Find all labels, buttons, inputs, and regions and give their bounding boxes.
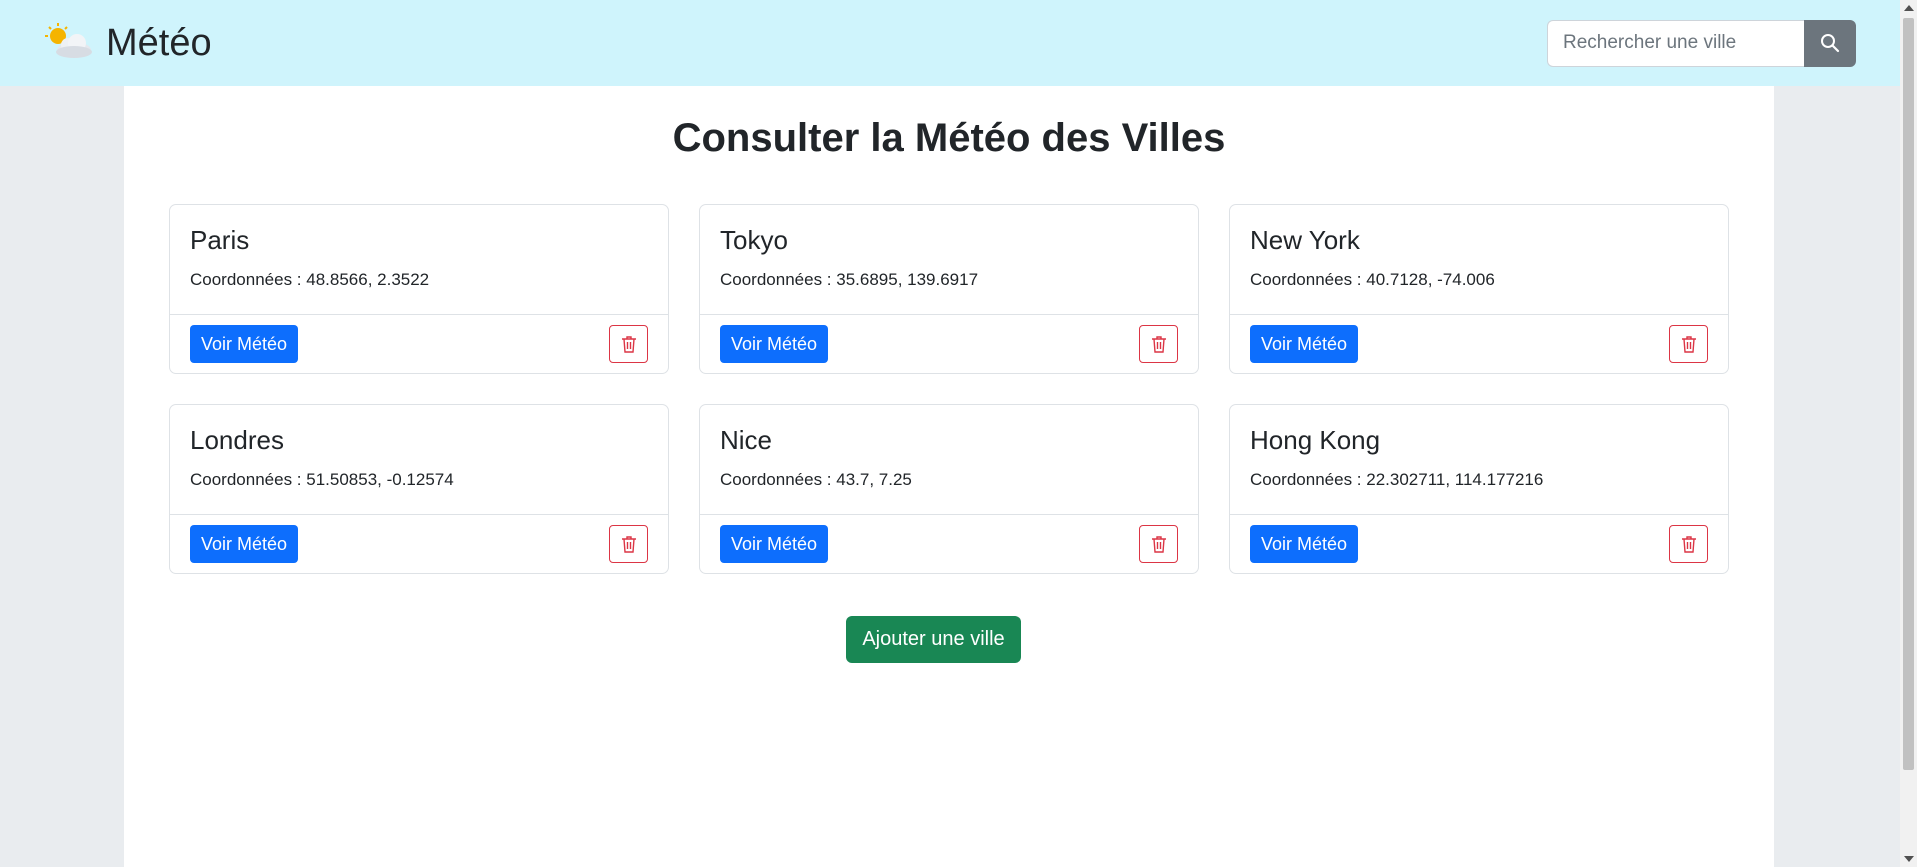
card-body: Nice Coordonnées : 43.7, 7.25 xyxy=(700,405,1198,515)
brand-title: Météo xyxy=(106,21,212,64)
view-weather-button[interactable]: Voir Météo xyxy=(720,325,829,363)
city-coordinates: Coordonnées : 22.302711, 114.177216 xyxy=(1250,470,1544,489)
city-card: Nice Coordonnées : 43.7, 7.25 Voir Météo xyxy=(699,404,1199,574)
card-footer: Voir Météo xyxy=(700,315,1198,373)
view-weather-button[interactable]: Voir Météo xyxy=(720,525,829,563)
card-footer: Voir Météo xyxy=(1230,515,1728,573)
search-form xyxy=(1547,19,1856,67)
trash-icon xyxy=(621,336,636,353)
delete-button[interactable] xyxy=(1669,325,1708,363)
search-button[interactable] xyxy=(1804,19,1856,67)
city-coordinates: Coordonnées : 40.7128, -74.006 xyxy=(1250,270,1495,289)
city-coordinates: Coordonnées : 51.50853, -0.12574 xyxy=(190,470,454,489)
city-card: Tokyo Coordonnées : 35.6895, 139.6917 Vo… xyxy=(699,204,1199,374)
delete-button[interactable] xyxy=(1139,525,1178,563)
card-body: Tokyo Coordonnées : 35.6895, 139.6917 xyxy=(700,205,1198,315)
scroll-up-icon[interactable] xyxy=(1904,5,1914,11)
city-card: Londres Coordonnées : 51.50853, -0.12574… xyxy=(169,404,669,574)
vertical-scrollbar[interactable] xyxy=(1900,0,1917,867)
delete-button[interactable] xyxy=(609,325,648,363)
delete-button[interactable] xyxy=(1139,325,1178,363)
delete-button[interactable] xyxy=(609,525,648,563)
trash-icon xyxy=(1151,536,1166,553)
city-coordinates: Coordonnées : 48.8566, 2.3522 xyxy=(190,270,430,289)
city-card: New York Coordonnées : 40.7128, -74.006 … xyxy=(1229,204,1729,374)
city-name: Hong Kong xyxy=(1250,425,1381,455)
card-body: Hong Kong Coordonnées : 22.302711, 114.1… xyxy=(1230,405,1728,515)
main-container: Consulter la Météo des Villes Paris Coor… xyxy=(124,86,1774,867)
trash-icon xyxy=(1681,536,1696,553)
navbar: Météo xyxy=(0,0,1900,86)
city-name: Londres xyxy=(190,425,284,455)
view-weather-button[interactable]: Voir Météo xyxy=(190,325,299,363)
brand[interactable]: Météo xyxy=(44,22,212,65)
city-grid: Paris Coordonnées : 48.8566, 2.3522 Voir… xyxy=(169,204,1729,574)
view-weather-button[interactable]: Voir Météo xyxy=(190,525,299,563)
add-city-button[interactable]: Ajouter une ville xyxy=(846,616,1021,663)
card-body: Londres Coordonnées : 51.50853, -0.12574 xyxy=(170,405,668,515)
card-footer: Voir Météo xyxy=(170,315,668,373)
card-footer: Voir Météo xyxy=(170,515,668,573)
scrollbar-thumb[interactable] xyxy=(1903,18,1914,770)
city-card: Hong Kong Coordonnées : 22.302711, 114.1… xyxy=(1229,404,1729,574)
city-name: Nice xyxy=(720,425,773,455)
search-icon xyxy=(1821,34,1840,53)
trash-icon xyxy=(1151,336,1166,353)
city-name: Paris xyxy=(190,225,250,255)
page-title: Consulter la Météo des Villes xyxy=(672,116,1226,160)
view-weather-button[interactable]: Voir Météo xyxy=(1250,325,1359,363)
city-coordinates: Coordonnées : 35.6895, 139.6917 xyxy=(720,270,979,289)
scroll-down-icon[interactable] xyxy=(1904,856,1914,862)
card-body: New York Coordonnées : 40.7128, -74.006 xyxy=(1230,205,1728,315)
card-footer: Voir Météo xyxy=(1230,315,1728,373)
search-input[interactable] xyxy=(1547,19,1804,67)
sun-behind-cloud-icon xyxy=(44,22,94,64)
city-name: New York xyxy=(1250,225,1360,255)
view-weather-button[interactable]: Voir Météo xyxy=(1250,525,1359,563)
trash-icon xyxy=(1681,336,1696,353)
card-body: Paris Coordonnées : 48.8566, 2.3522 xyxy=(170,205,668,315)
city-coordinates: Coordonnées : 43.7, 7.25 xyxy=(720,470,912,489)
city-card: Paris Coordonnées : 48.8566, 2.3522 Voir… xyxy=(169,204,669,374)
delete-button[interactable] xyxy=(1669,525,1708,563)
trash-icon xyxy=(621,536,636,553)
card-footer: Voir Météo xyxy=(700,515,1198,573)
city-name: Tokyo xyxy=(720,225,788,255)
